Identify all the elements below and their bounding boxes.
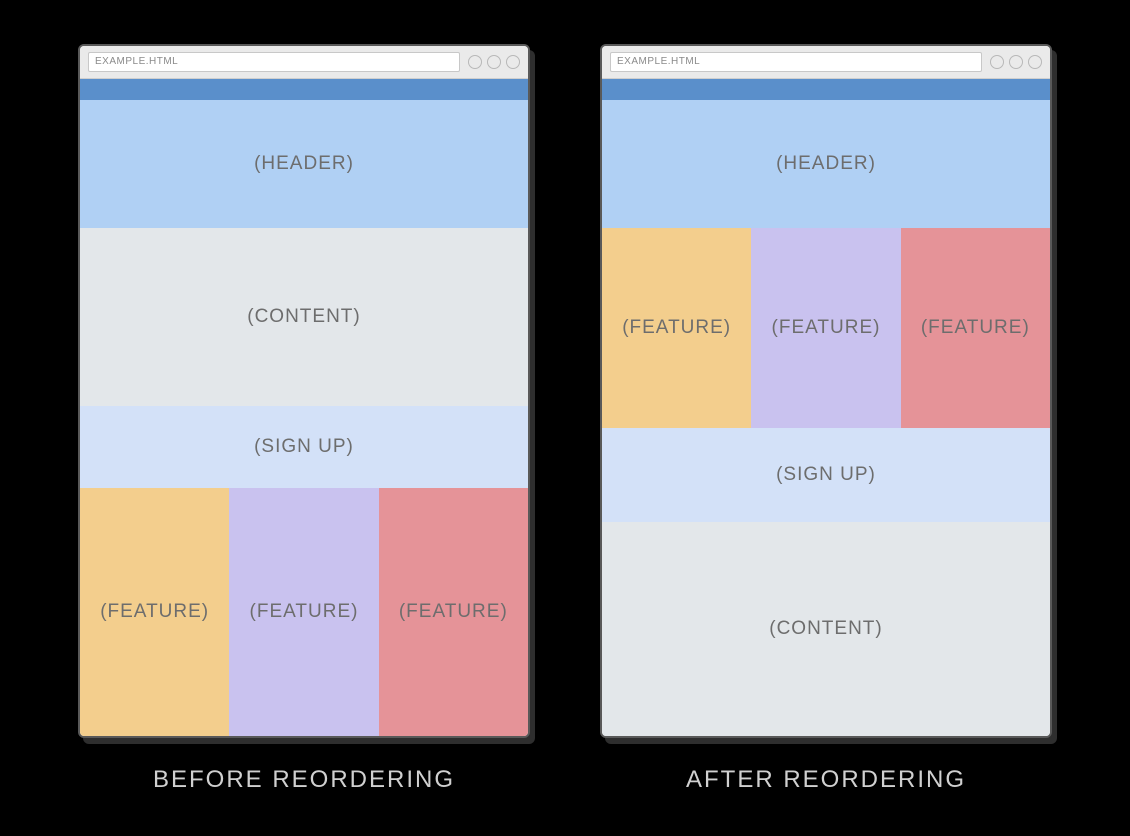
window-dot-icon[interactable] xyxy=(1009,55,1023,69)
window-controls xyxy=(468,55,520,69)
nav-bar xyxy=(80,79,528,100)
before-panel: EXAMPLE.HTML (HEADER) (CONTENT) (SIGN UP… xyxy=(78,44,530,794)
after-caption: AFTER REORDERING xyxy=(686,766,966,794)
signup-label: (SIGN UP) xyxy=(776,464,876,486)
signup-section: (SIGN UP) xyxy=(80,406,528,488)
content-label: (CONTENT) xyxy=(769,618,882,640)
page-body: (HEADER) (FEATURE) (FEATURE) (FEATURE) (… xyxy=(602,100,1050,736)
content-section: (CONTENT) xyxy=(602,522,1050,736)
feature-section-a: (FEATURE) xyxy=(80,488,229,736)
features-row: (FEATURE) (FEATURE) (FEATURE) xyxy=(602,228,1050,428)
feature-section-c: (FEATURE) xyxy=(901,228,1050,428)
feature-section-b: (FEATURE) xyxy=(751,228,900,428)
titlebar: EXAMPLE.HTML xyxy=(602,46,1050,79)
feature-label: (FEATURE) xyxy=(100,601,209,623)
header-section: (HEADER) xyxy=(602,100,1050,228)
url-bar[interactable]: EXAMPLE.HTML xyxy=(610,52,982,72)
window-dot-icon[interactable] xyxy=(1028,55,1042,69)
feature-label: (FEATURE) xyxy=(250,601,359,623)
header-section: (HEADER) xyxy=(80,100,528,228)
window-dot-icon[interactable] xyxy=(468,55,482,69)
nav-bar xyxy=(602,79,1050,100)
signup-section: (SIGN UP) xyxy=(602,428,1050,522)
url-text: EXAMPLE.HTML xyxy=(95,56,178,67)
window-dot-icon[interactable] xyxy=(506,55,520,69)
signup-label: (SIGN UP) xyxy=(254,436,354,458)
feature-section-b: (FEATURE) xyxy=(229,488,378,736)
after-panel: EXAMPLE.HTML (HEADER) (FEATURE) xyxy=(600,44,1052,794)
page-body: (HEADER) (CONTENT) (SIGN UP) (FEATURE) (… xyxy=(80,100,528,736)
before-caption: BEFORE REORDERING xyxy=(153,766,455,794)
header-label: (HEADER) xyxy=(776,153,876,175)
titlebar: EXAMPLE.HTML xyxy=(80,46,528,79)
browser-window-after: EXAMPLE.HTML (HEADER) (FEATURE) xyxy=(600,44,1052,738)
feature-label: (FEATURE) xyxy=(921,317,1030,339)
window-dot-icon[interactable] xyxy=(487,55,501,69)
url-text: EXAMPLE.HTML xyxy=(617,56,700,67)
window-controls xyxy=(990,55,1042,69)
browser-window-before: EXAMPLE.HTML (HEADER) (CONTENT) (SIGN UP… xyxy=(78,44,530,738)
feature-section-c: (FEATURE) xyxy=(379,488,528,736)
window-dot-icon[interactable] xyxy=(990,55,1004,69)
feature-label: (FEATURE) xyxy=(622,317,731,339)
url-bar[interactable]: EXAMPLE.HTML xyxy=(88,52,460,72)
feature-label: (FEATURE) xyxy=(772,317,881,339)
feature-label: (FEATURE) xyxy=(399,601,508,623)
content-label: (CONTENT) xyxy=(247,306,360,328)
feature-section-a: (FEATURE) xyxy=(602,228,751,428)
content-section: (CONTENT) xyxy=(80,228,528,406)
header-label: (HEADER) xyxy=(254,153,354,175)
diagram-panels: EXAMPLE.HTML (HEADER) (CONTENT) (SIGN UP… xyxy=(78,44,1052,794)
features-row: (FEATURE) (FEATURE) (FEATURE) xyxy=(80,488,528,736)
